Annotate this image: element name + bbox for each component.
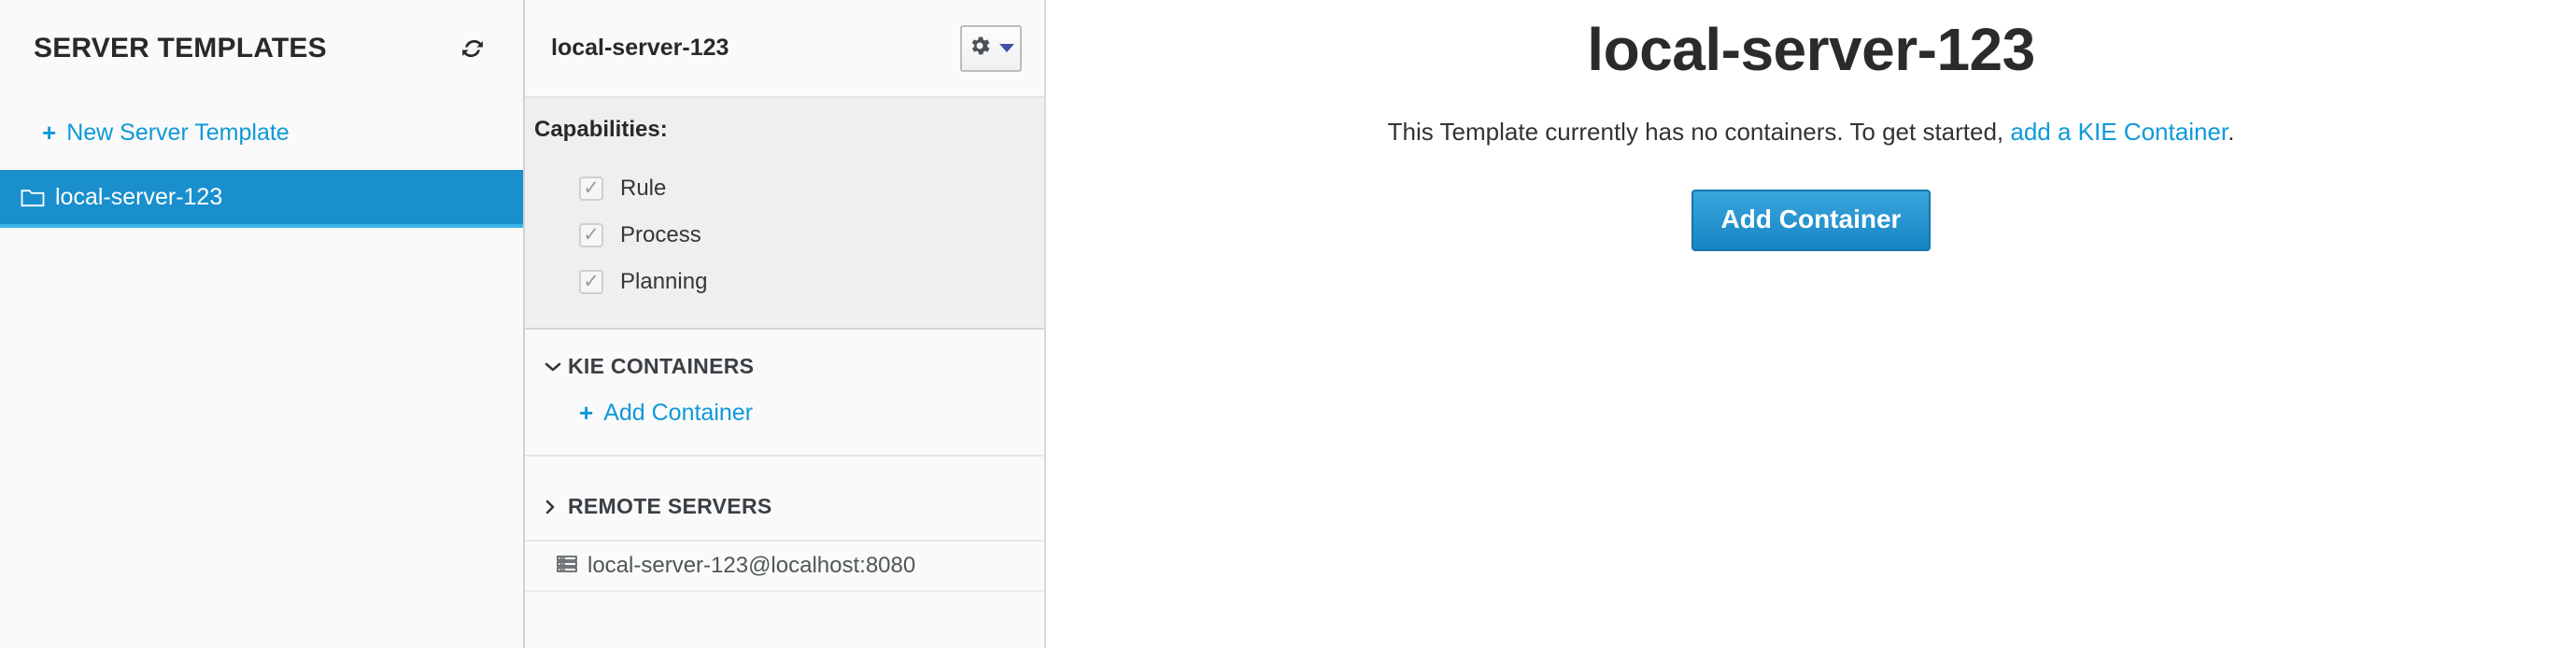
remote-server-label: local-server-123@localhost:8080 [587,553,916,578]
remote-server-row[interactable]: local-server-123@localhost:8080 [525,542,1044,592]
main-content: local-server-123 This Template currently… [1046,0,2576,648]
add-container-link-label: Add Container [603,400,754,426]
capability-row-planning: ✓ Planning [525,259,1044,305]
capability-row-rule: ✓ Rule [525,165,1044,212]
add-kie-container-link[interactable]: add a KIE Container [2010,118,2228,146]
capabilities-label: Capabilities: [534,117,668,142]
capability-label-planning: Planning [620,269,708,294]
check-icon: ✓ [583,223,600,246]
check-icon: ✓ [583,176,600,199]
folder-icon [21,187,45,207]
page-title: SERVER TEMPLATES [34,32,327,63]
detail-panel-header: local-server-123 [525,0,1044,98]
capability-label-rule: Rule [620,176,667,201]
server-icon [557,555,577,578]
empty-state-message-suffix: . [2228,118,2235,147]
capability-label-process: Process [620,222,701,247]
add-container-button[interactable]: Add Container [1691,190,1932,252]
kie-containers-title: KIE CONTAINERS [568,354,755,378]
chevron-down-icon [999,44,1014,52]
new-server-template-label: New Server Template [66,120,290,146]
empty-state-message: This Template currently has no container… [1046,118,2576,147]
kie-containers-body: + Add Container [525,400,1044,455]
server-templates-sidebar: SERVER TEMPLATES + New Server Template lo… [0,0,525,648]
capability-row-process: ✓ Process [525,212,1044,259]
plus-icon: + [579,399,594,427]
new-server-template-link[interactable]: + New Server Template [42,120,290,147]
detail-panel-title: local-server-123 [551,35,729,61]
new-server-template-row: + New Server Template [0,96,523,170]
capabilities-section: Capabilities: ✓ Rule ✓ Process ✓ Plannin… [525,98,1044,330]
remote-servers-section: REMOTE SERVERS local-server-123@localhos… [525,457,1044,592]
refresh-icon[interactable] [454,30,491,67]
server-template-detail-panel: local-server-123 Capabilities: ✓ Rule ✓ … [525,0,1046,648]
content-title: local-server-123 [1587,16,2035,83]
sidebar-item-label: local-server-123 [55,183,223,210]
add-container-row: + Add Container [525,400,1044,427]
capability-checkbox-planning[interactable]: ✓ [579,270,603,294]
plus-icon: + [42,119,57,147]
empty-state-message-prefix: This Template currently has no container… [1387,118,2011,147]
kie-containers-section: KIE CONTAINERS + Add Container [525,330,1044,457]
kie-containers-toggle[interactable]: KIE CONTAINERS [525,330,1044,400]
settings-dropdown-button[interactable] [960,24,1022,72]
capability-checkbox-rule[interactable]: ✓ [579,176,603,201]
sidebar-item-local-server-123[interactable]: local-server-123 [0,170,523,228]
chevron-down-icon [544,360,564,373]
sidebar-header: SERVER TEMPLATES [0,0,523,96]
check-icon: ✓ [583,270,600,292]
add-container-link[interactable]: + Add Container [579,400,753,426]
app-root: SERVER TEMPLATES + New Server Template lo… [0,0,2576,648]
remote-servers-toggle[interactable]: REMOTE SERVERS [525,457,1044,542]
chevron-right-icon [544,498,564,516]
remote-servers-title: REMOTE SERVERS [568,494,772,518]
capability-checkbox-process[interactable]: ✓ [579,223,603,247]
gear-icon [968,34,992,63]
